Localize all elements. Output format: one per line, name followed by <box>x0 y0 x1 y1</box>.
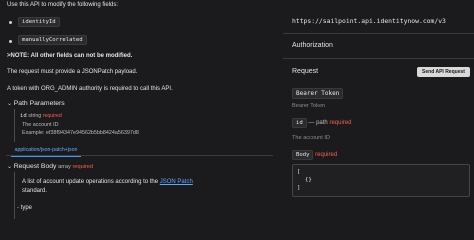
param-type: string <box>28 113 42 119</box>
jsonpatch-note: The request must provide a JSONPatch pay… <box>7 69 138 75</box>
request-title: Request <box>292 68 319 75</box>
item-type-label: type <box>20 205 33 211</box>
desc-suffix: standard. <box>22 188 48 194</box>
request-body-title: Request Body <box>13 163 57 170</box>
request-body-desc: A list of account update operations acco… <box>22 179 193 185</box>
account-id-input[interactable]: The account ID <box>292 133 468 143</box>
bullet-icon <box>9 21 12 24</box>
id-param-header: id — path required <box>292 118 352 128</box>
body-line-1: [ <box>297 169 301 175</box>
path-parameters-title: Path Parameters <box>13 100 65 107</box>
body-line-3: ] <box>297 185 301 191</box>
param-id: id string required <box>20 113 62 119</box>
param-name: id <box>20 113 27 119</box>
param-example: Example: ef38f94347e94562b5bb8424a56397d… <box>22 130 139 136</box>
id-path: — path <box>308 120 328 126</box>
request-body-toggle[interactable]: ⌄ Request Body array required <box>7 163 93 170</box>
tab-divider <box>6 155 273 156</box>
body-editor[interactable]: [ {} ] <box>292 164 470 197</box>
item-type: - type <box>17 205 33 211</box>
chevron-down-icon: ⌄ <box>7 164 13 170</box>
tree-line <box>14 172 15 219</box>
param-desc: The account ID <box>22 122 59 128</box>
token-note: A token with ORG_ADMIN authority is requ… <box>7 86 173 92</box>
intro-text: Use this API to modify the following fie… <box>7 2 119 8</box>
send-api-request-button[interactable]: Send API Request <box>417 67 470 77</box>
authorization-title: Authorization <box>292 42 333 49</box>
id-required: required <box>329 120 352 126</box>
docs-panel: Use this API to modify the following fie… <box>0 0 275 219</box>
field-manuallyCorrelated: manuallyCorrelated <box>18 35 87 45</box>
tree-line <box>14 109 15 142</box>
body-label: Body <box>292 150 314 160</box>
id-label: id <box>292 118 307 128</box>
request-body-required: required <box>72 164 94 170</box>
body-header: Body required <box>292 150 338 160</box>
body-line-2: {} <box>305 177 312 183</box>
body-required: required <box>315 152 338 158</box>
chevron-down-icon: ⌄ <box>7 101 13 107</box>
param-required: required <box>42 113 62 119</box>
divider <box>283 58 474 59</box>
desc-prefix: A list of account update operations acco… <box>22 179 159 185</box>
bullet-icon <box>9 40 12 43</box>
request-body-type: array <box>58 164 71 170</box>
bearer-token-input[interactable]: Bearer Token <box>292 101 468 111</box>
divider <box>283 33 474 34</box>
path-parameters-toggle[interactable]: ⌄ Path Parameters <box>7 100 65 107</box>
field-identityId: identityId <box>18 17 60 27</box>
json-patch-link[interactable]: JSON Patch <box>160 179 193 185</box>
bearer-token-label: Bearer Token <box>292 88 344 99</box>
api-request-panel: https://sailpoint.api.identitynow.com/v3… <box>283 0 474 219</box>
note-text: >NOTE: All other fields can not be modif… <box>7 53 133 59</box>
base-url: https://sailpoint.api.identitynow.com/v3 <box>292 17 446 25</box>
